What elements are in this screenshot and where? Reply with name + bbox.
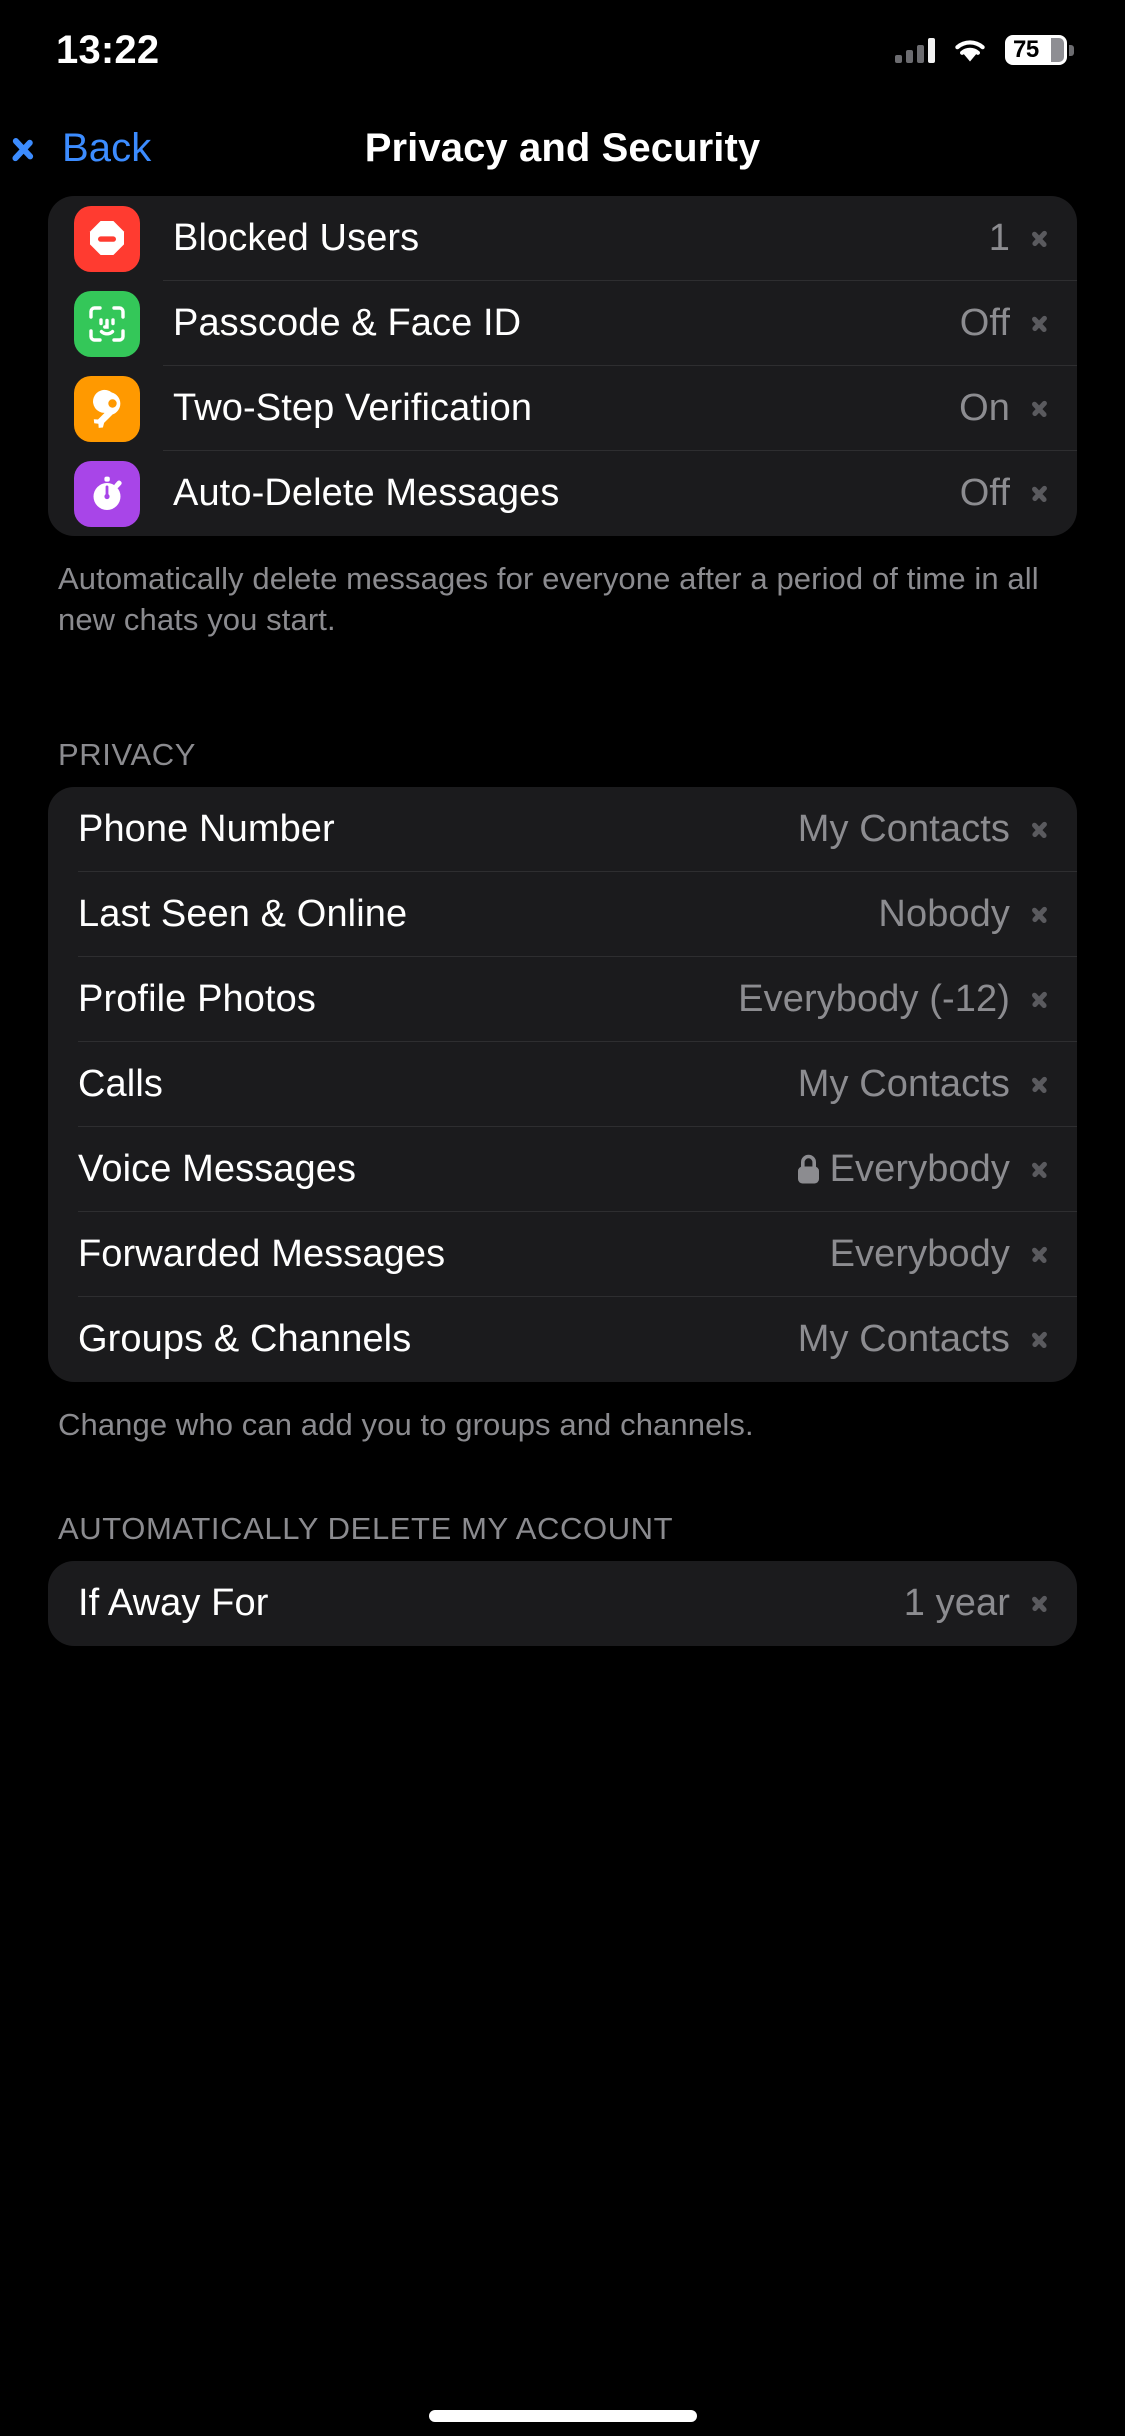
row-blocked-users[interactable]: Blocked Users 1 [48,196,1077,281]
row-label: Forwarded Messages [78,1233,446,1275]
row-value: My Contacts [797,1063,1010,1105]
row-last-seen-online[interactable]: Last Seen & Online Nobody [48,872,1077,957]
row-label: Two-Step Verification [173,387,533,429]
row-label: Auto-Delete Messages [173,472,560,514]
chevron-right-icon [1032,817,1047,843]
block-user-icon [74,205,140,272]
delete-account-card: If Away For 1 year [48,1561,1077,1646]
page-title: Privacy and Security [364,125,761,170]
chevron-right-icon [1032,1157,1047,1183]
row-profile-photos[interactable]: Profile Photos Everybody (-12) [48,957,1077,1042]
row-passcode-face-id[interactable]: Passcode & Face ID Off [48,281,1077,366]
row-two-step-verification[interactable]: Two-Step Verification On [48,366,1077,451]
chevron-right-icon [1032,311,1047,337]
chevron-left-icon [30,129,52,167]
row-label: Passcode & Face ID [173,302,522,344]
delete-account-section-header: AUTOMATICALLY DELETE MY ACCOUNT [58,1511,674,1546]
privacy-section-header: PRIVACY [58,737,196,772]
privacy-card: Phone Number My Contacts Last Seen & Onl… [48,787,1077,1382]
row-label: Groups & Channels [78,1318,412,1360]
battery-icon: 75 [1005,35,1074,65]
lock-icon [796,1154,821,1185]
back-button-label: Back [62,125,152,170]
status-bar: 13:22 75 [0,0,1125,100]
cellular-bars-icon [895,37,935,63]
row-value: On [959,387,1010,429]
chevron-right-icon [1032,1072,1047,1098]
chevron-right-icon [1032,1327,1047,1353]
row-groups-channels[interactable]: Groups & Channels My Contacts [48,1297,1077,1382]
stopwatch-icon [74,460,140,527]
back-button[interactable]: Back [22,100,151,196]
status-bar-indicators: 75 [895,35,1074,65]
row-phone-number[interactable]: Phone Number My Contacts [48,787,1077,872]
row-value: My Contacts [797,1318,1010,1360]
row-voice-messages[interactable]: Voice Messages Everybody [48,1127,1077,1212]
row-value: 1 [988,217,1010,259]
chevron-right-icon [1032,226,1047,252]
row-value: Off [959,302,1010,344]
key-icon [74,375,140,442]
settings-content: Blocked Users 1 Passcode & Face ID Off T… [0,196,1125,1646]
row-label: Last Seen & Online [78,893,408,935]
chevron-right-icon [1032,1242,1047,1268]
row-label: Blocked Users [173,217,420,259]
phone-screen: 13:22 75 Privacy and Security Back Block… [0,0,1125,2436]
security-footnote: Automatically delete messages for everyo… [58,561,1039,637]
privacy-footnote: Change who can add you to groups and cha… [58,1407,754,1442]
row-label: Voice Messages [78,1148,357,1190]
face-id-icon [74,290,140,357]
chevron-right-icon [1032,481,1047,507]
row-calls[interactable]: Calls My Contacts [48,1042,1077,1127]
row-value: My Contacts [797,808,1010,850]
wifi-icon [952,37,988,64]
home-indicator [428,2410,697,2422]
row-value: 1 year [903,1582,1010,1624]
row-value: Everybody [829,1233,1010,1275]
row-value: Everybody (-12) [738,978,1010,1020]
row-label: If Away For [78,1582,269,1624]
row-if-away-for[interactable]: If Away For 1 year [48,1561,1077,1646]
row-label: Phone Number [78,808,335,850]
navigation-bar: Privacy and Security Back [0,100,1125,196]
battery-percent: 75 [1013,36,1039,63]
row-label: Profile Photos [78,978,316,1020]
row-auto-delete-messages[interactable]: Auto-Delete Messages Off [48,451,1077,536]
row-label: Calls [78,1063,163,1105]
row-value: Nobody [878,893,1010,935]
chevron-right-icon [1032,1591,1047,1617]
chevron-right-icon [1032,396,1047,422]
security-card: Blocked Users 1 Passcode & Face ID Off T… [48,196,1077,536]
chevron-right-icon [1032,902,1047,928]
chevron-right-icon [1032,987,1047,1013]
row-value: Off [959,472,1010,514]
row-value: Everybody [829,1148,1010,1190]
status-bar-time: 13:22 [56,27,160,72]
row-forwarded-messages[interactable]: Forwarded Messages Everybody [48,1212,1077,1297]
